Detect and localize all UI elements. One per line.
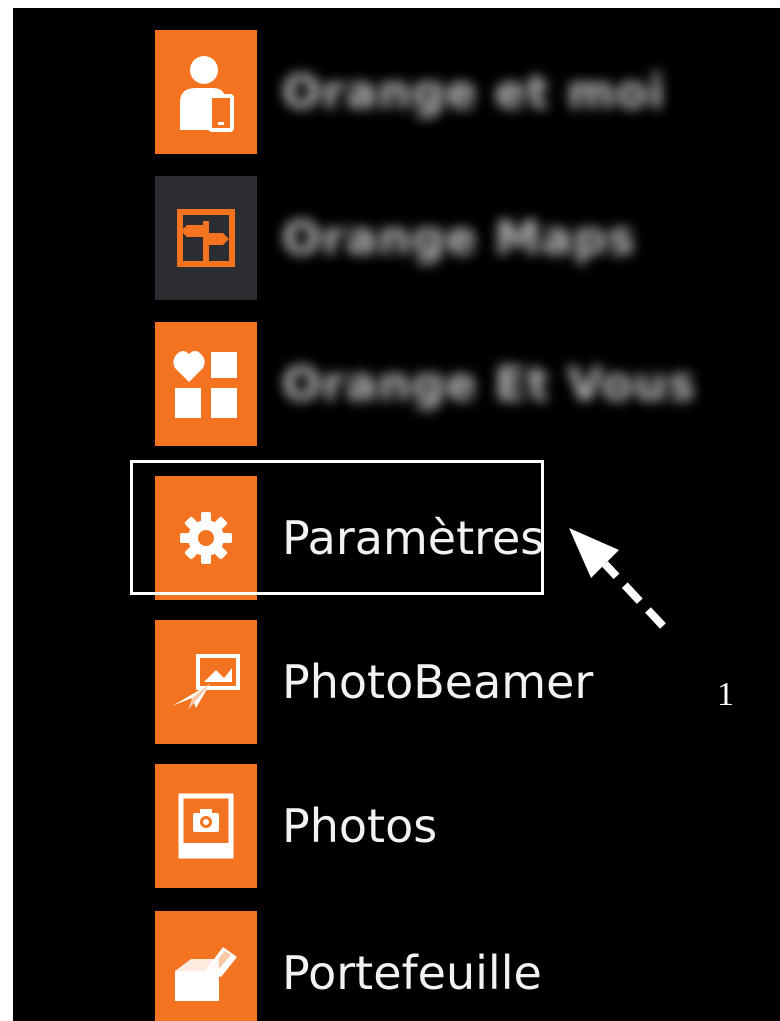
app-list-item-photos[interactable]: Photos xyxy=(155,764,755,888)
app-label: Orange Et Vous xyxy=(282,357,696,411)
app-tile xyxy=(155,322,257,446)
heart-squares-icon xyxy=(171,346,241,422)
app-label: Orange Maps xyxy=(282,211,636,265)
app-tile xyxy=(155,620,257,744)
app-tile xyxy=(155,176,257,300)
app-label: PhotoBeamer xyxy=(282,655,594,709)
app-list-item-orange-maps[interactable]: Orange Maps xyxy=(155,176,755,300)
map-signpost-icon xyxy=(173,203,239,273)
app-tile xyxy=(155,764,257,888)
app-list-item-photobeamer[interactable]: PhotoBeamer xyxy=(155,620,755,744)
app-list-item-orange-et-vous[interactable]: Orange Et Vous xyxy=(155,322,755,446)
app-label: Photos xyxy=(282,799,438,853)
app-tile xyxy=(155,30,257,154)
app-tile xyxy=(155,911,257,1021)
person-phone-icon xyxy=(176,52,236,132)
app-label: Portefeuille xyxy=(282,946,542,1000)
annotation-number: 1 xyxy=(717,676,734,713)
highlight-box xyxy=(130,460,544,595)
paper-plane-photo-icon xyxy=(170,652,242,712)
app-list-item-orange-et-moi[interactable]: Orange et moi xyxy=(155,30,755,154)
app-list-screen: Orange et moi Orange Maps Orange Et Vous… xyxy=(13,8,780,1021)
camera-frame-icon xyxy=(178,793,234,859)
app-list-item-portefeuille[interactable]: Portefeuille xyxy=(155,911,755,1021)
app-label: Orange et moi xyxy=(282,65,666,119)
wallet-icon xyxy=(171,941,241,1005)
